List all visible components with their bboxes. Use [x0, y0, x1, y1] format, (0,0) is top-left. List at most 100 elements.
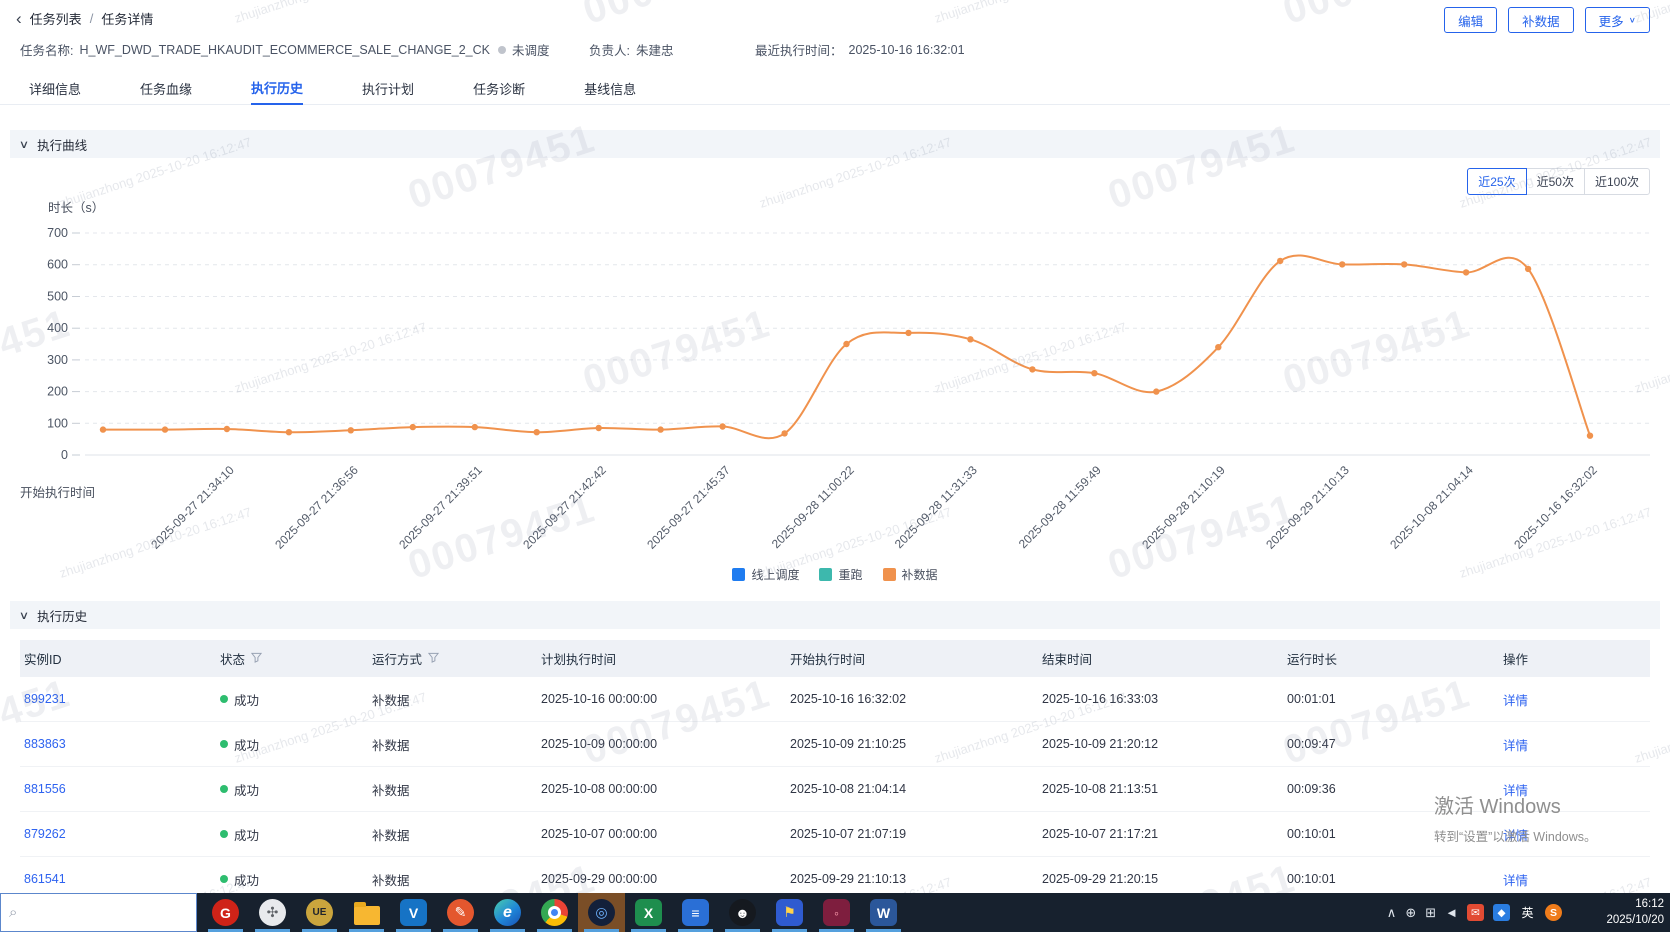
tab-4[interactable]: 任务诊断: [473, 72, 525, 105]
detail-link[interactable]: 详情: [1503, 870, 1528, 889]
start-time-cell: 2025-10-07 21:07:19: [790, 827, 907, 841]
chevron-up-icon[interactable]: ∧: [1387, 905, 1397, 921]
history-section-bar[interactable]: ∨ 执行历史: [10, 601, 1660, 629]
run-mode-cell: 补数据: [372, 828, 410, 843]
word-icon: W: [870, 899, 897, 926]
tab-5[interactable]: 基线信息: [584, 72, 636, 105]
taskbar-file-explorer-icon[interactable]: [343, 893, 390, 932]
column-header-label: 运行时长: [1287, 653, 1338, 667]
tabs-row: 详细信息 任务血缘 执行历史 执行计划 任务诊断 基线信息: [0, 72, 1670, 105]
svg-text:400: 400: [47, 321, 68, 335]
legend-item-1[interactable]: 重跑: [819, 566, 863, 583]
legend-label: 线上调度: [751, 568, 800, 582]
taskbar-flag-icon[interactable]: ⚑: [766, 893, 813, 932]
table-row: 879262 成功 补数据 2025-10-07 00:00:00 2025-10-07…: [20, 812, 1650, 857]
taskbar-pen-icon[interactable]: ✎: [437, 893, 484, 932]
collapse-chevron-icon: ∨: [18, 609, 30, 622]
x-tick-label-7: 2025-09-28 11:59:49: [1016, 463, 1105, 552]
instance-id-link[interactable]: 879262: [24, 827, 66, 841]
database-tool-icon: ◎: [588, 899, 615, 926]
instance-id-link[interactable]: 861541: [24, 872, 66, 886]
last-exec-value: 2025-10-16 16:32:01: [848, 42, 965, 57]
x-tick-label-8: 2025-09-28 21:10:19: [1139, 463, 1229, 552]
column-header-label: 状态: [220, 653, 246, 667]
filter-icon[interactable]: [250, 652, 263, 666]
mail-badge-icon[interactable]: ✉: [1467, 904, 1484, 921]
tab-3[interactable]: 执行计划: [362, 72, 414, 105]
taskbar-search-box[interactable]: ⌕: [0, 893, 197, 932]
status-text: 成功: [234, 873, 260, 888]
detail-link[interactable]: 详情: [1503, 780, 1528, 799]
x-tick-label-5: 2025-09-28 11:00:22: [768, 463, 857, 552]
task-detail-page: ‹ 任务列表 / 任务详情 编辑 补数据 更多 ∨ 任务名称: H_WF_DWD…: [0, 0, 1670, 902]
filter-icon[interactable]: [427, 652, 440, 666]
x-tick-label-4: 2025-09-27 21:45:37: [643, 463, 733, 552]
action-cell: 详情: [1503, 767, 1528, 811]
breadcrumb-separator: /: [89, 10, 94, 26]
tab-0[interactable]: 详细信息: [29, 72, 81, 105]
detail-link[interactable]: 详情: [1503, 735, 1528, 754]
taskbar-excel-icon[interactable]: X: [625, 893, 672, 932]
breadcrumb-task-detail: 任务详情: [101, 11, 154, 27]
legend-item-0[interactable]: 线上调度: [732, 566, 799, 583]
sogou-icon[interactable]: S: [1545, 904, 1562, 921]
ime-lang-indicator[interactable]: 英: [1519, 904, 1536, 921]
legend-swatch-icon: [732, 568, 746, 581]
column-header-2: 运行方式: [372, 640, 440, 677]
task-name-value: H_WF_DWD_TRADE_HKAUDIT_ECOMMERCE_SALE_CH…: [79, 42, 490, 57]
success-dot-icon: [220, 740, 228, 748]
taskbar-github-icon[interactable]: ☻: [719, 893, 766, 932]
pinwheel-icon: ✣: [259, 899, 286, 926]
x-tick-label-6: 2025-09-28 11:31:33: [892, 463, 981, 552]
more-button-label: 更多: [1598, 14, 1624, 29]
instance-id-link[interactable]: 881556: [24, 782, 66, 796]
plan-time-cell: 2025-10-09 00:00:00: [541, 737, 658, 751]
edit-button[interactable]: 编辑: [1444, 7, 1498, 33]
instance-id-cell: 881556: [24, 767, 66, 811]
range-button-0[interactable]: 近25次: [1467, 168, 1527, 195]
taskbar-word-icon[interactable]: W: [860, 893, 907, 932]
legend-item-2[interactable]: 补数据: [882, 566, 938, 583]
network-icon[interactable]: ⊕: [1405, 905, 1416, 921]
breadcrumb-task-list[interactable]: 任务列表: [30, 9, 82, 28]
success-dot-icon: [220, 875, 228, 883]
taskbar-red-g-icon[interactable]: G: [202, 893, 249, 932]
taskbar-chrome-icon[interactable]: [531, 893, 578, 932]
taskbar-pinwheel-icon[interactable]: ✣: [249, 893, 296, 932]
taskbar-ultraedit-icon[interactable]: UE: [296, 893, 343, 932]
collapse-chevron-icon: ∨: [18, 138, 30, 151]
curve-section-bar[interactable]: ∨ 执行曲线: [10, 130, 1660, 158]
task-name-label: 任务名称:: [20, 44, 74, 58]
table-row: 881556 成功 补数据 2025-10-08 00:00:00 2025-10-08…: [20, 767, 1650, 812]
x-tick-label-0: 2025-09-27 21:34:10: [148, 463, 237, 552]
chat-badge-icon[interactable]: ◆: [1493, 904, 1510, 921]
tab-2[interactable]: 执行历史: [251, 72, 304, 105]
detail-link[interactable]: 详情: [1503, 825, 1528, 844]
column-header-label: 操作: [1503, 653, 1529, 667]
backfill-button[interactable]: 补数据: [1508, 7, 1574, 33]
taskbar-clock[interactable]: 16:12 2025/10/20: [1594, 896, 1664, 928]
taskbar-edge-icon[interactable]: e: [484, 893, 531, 932]
instance-id-link[interactable]: 899231: [24, 692, 66, 706]
success-dot-icon: [220, 695, 228, 703]
detail-link[interactable]: 详情: [1503, 690, 1528, 709]
status-cell: 成功: [220, 767, 259, 811]
curve-section-title: 执行曲线: [37, 138, 88, 153]
taskbar-pink-app-icon[interactable]: ◦: [813, 893, 860, 932]
tab-1[interactable]: 任务血缘: [140, 72, 192, 105]
taskbar-vscode-icon[interactable]: V: [390, 893, 437, 932]
table-row: 899231 成功 补数据 2025-10-16 00:00:00 2025-10-16…: [20, 677, 1650, 722]
more-button[interactable]: 更多 ∨: [1584, 7, 1650, 33]
win-grid-icon[interactable]: ⊞: [1425, 905, 1436, 921]
duration-cell: 00:09:47: [1287, 737, 1336, 751]
red-g-icon: G: [212, 899, 239, 926]
status-text: 成功: [234, 738, 260, 753]
edge-icon: e: [494, 899, 521, 926]
back-icon[interactable]: ‹: [16, 10, 22, 27]
instance-id-link[interactable]: 883863: [24, 737, 66, 751]
clock-date: 2025/10/20: [1606, 914, 1664, 926]
taskbar-database-tool-icon[interactable]: ◎: [578, 893, 625, 932]
taskbar-notepad-icon[interactable]: ≡: [672, 893, 719, 932]
run-mode-cell: 补数据: [372, 738, 410, 753]
volume-icon[interactable]: ◄: [1445, 905, 1458, 920]
